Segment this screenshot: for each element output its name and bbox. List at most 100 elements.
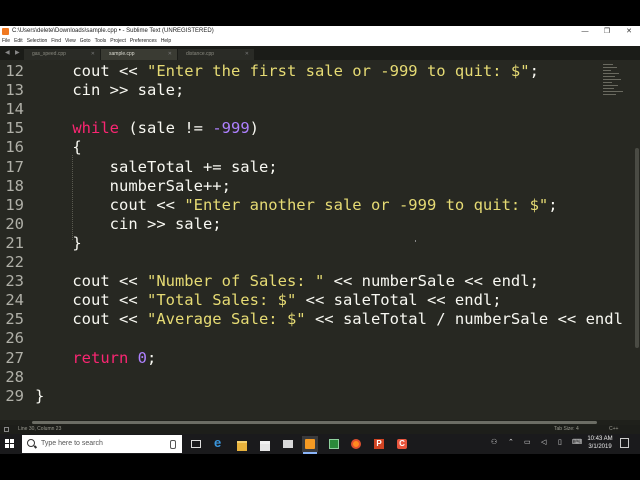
code-token: ;	[529, 62, 539, 80]
code-line[interactable]: cout << "Average Sale: $" << saleTotal /…	[35, 310, 623, 328]
menu-project[interactable]: Project	[108, 37, 128, 46]
line-number: 29	[5, 386, 24, 405]
code-line[interactable]: numberSale++;	[35, 177, 231, 195]
menu-file[interactable]: File	[0, 37, 12, 46]
taskbar-search-box[interactable]: Type here to search	[22, 435, 182, 453]
taskbar-edge[interactable]: e	[211, 436, 227, 452]
code-line[interactable]: }	[35, 387, 44, 405]
title-bar: C:\Users\delete\Downloads\sample.cpp • -…	[0, 26, 640, 37]
code-token: numberSale++;	[35, 176, 231, 195]
clock-time: 10:43 AM	[587, 436, 613, 442]
code-token: )	[249, 119, 259, 138]
taskbar-photos[interactable]	[280, 436, 296, 452]
vertical-scrollbar-thumb[interactable]	[635, 148, 639, 348]
code-token: cout <<	[35, 195, 185, 214]
line-number: 16	[5, 138, 24, 157]
code-editor[interactable]: 12 13 14 15 16 17 18 19 20 21 22 23 24 25 26 27 28 29 cou…	[0, 60, 640, 420]
maximize-button[interactable]: ❐	[596, 26, 618, 37]
calendar-icon	[329, 439, 339, 449]
line-number: 14	[5, 100, 24, 119]
code-line[interactable]: cout << "Number of Sales: " << numberSal…	[35, 272, 539, 290]
code-line[interactable]: {	[35, 138, 81, 156]
code-line[interactable]: while (sale != -999)	[35, 119, 259, 137]
line-number: 13	[5, 81, 24, 100]
code-line[interactable]: cin >> sale;	[35, 81, 184, 99]
tab-scroll-left-icon[interactable]: ◀	[5, 49, 10, 56]
line-number: 12	[5, 62, 24, 80]
tab-close-icon[interactable]: ✕	[245, 49, 249, 60]
code-token: << numberSale << endl;	[324, 272, 539, 291]
menu-tools[interactable]: Tools	[93, 37, 109, 46]
menu-goto[interactable]: Goto	[78, 37, 93, 46]
window-title: C:\Users\delete\Downloads\sample.cpp • -…	[12, 28, 214, 34]
code-line[interactable]: cout << "Enter the first sale or -999 to…	[35, 62, 539, 80]
code-token-num: -999	[212, 119, 250, 138]
menu-preferences[interactable]: Preferences	[128, 37, 159, 46]
menu-edit[interactable]: Edit	[12, 37, 25, 46]
code-line[interactable]: cin >> sale;	[35, 215, 222, 233]
microphone-icon[interactable]	[170, 440, 176, 449]
taskbar-store[interactable]	[257, 436, 273, 452]
taskbar-codeblocks[interactable]: C	[394, 436, 410, 452]
windows-start-button[interactable]	[0, 434, 20, 454]
battery-icon[interactable]: ▯	[558, 438, 562, 446]
code-token: cout <<	[35, 272, 147, 291]
taskbar-powerpoint[interactable]: P	[371, 436, 387, 452]
menu-help[interactable]: Help	[159, 37, 173, 46]
people-icon[interactable]: ⚇	[491, 438, 497, 446]
line-number: 17	[5, 157, 24, 176]
system-clock[interactable]: 10:43 AM 3/1/2019	[583, 435, 617, 451]
status-bar: Line 30, Column 23 Tab Size: 4 C++	[0, 425, 640, 434]
sublime-app-icon	[2, 28, 9, 35]
letterbox-top	[0, 0, 640, 26]
minimize-button[interactable]: —	[574, 26, 596, 37]
tab-close-icon[interactable]: ✕	[168, 49, 172, 60]
code-line[interactable]: return 0;	[35, 349, 156, 367]
show-hidden-icons-chevron[interactable]: ⌃	[508, 438, 514, 446]
network-icon[interactable]: ▭	[524, 438, 531, 446]
tab-size-indicator[interactable]: Tab Size: 4	[554, 425, 579, 434]
line-number: 15	[5, 119, 24, 138]
panel-toggle-icon[interactable]	[4, 427, 9, 432]
tab-scroll-right-icon[interactable]: ▶	[15, 49, 20, 56]
notification-center-icon[interactable]	[620, 438, 629, 448]
code-line[interactable]: cout << "Enter another sale or -999 to q…	[35, 196, 558, 214]
tab-sample[interactable]: sample.cpp ✕	[101, 49, 177, 60]
code-token: cin >> sale;	[35, 214, 222, 233]
input-method-icon[interactable]: ⌨	[572, 438, 582, 446]
line-number: 24	[5, 291, 24, 310]
menu-selection[interactable]: Selection	[25, 37, 50, 46]
taskbar-calendar[interactable]	[326, 436, 342, 452]
line-number: 27	[5, 348, 24, 367]
minimap[interactable]	[603, 62, 627, 102]
store-bag-icon	[260, 441, 270, 451]
line-number: 21	[5, 233, 24, 252]
tab-label: sample.cpp	[109, 51, 135, 57]
c-app-icon: C	[397, 439, 407, 449]
code-token: << saleTotal << endl;	[296, 291, 502, 310]
volume-icon[interactable]: ◁	[541, 438, 546, 446]
tab-gas-speed[interactable]: gas_speed.cpp ✕	[24, 49, 100, 60]
windows-taskbar: Type here to search e P C ⚇ ⌃ ▭ ◁ ▯ ⌨ 10…	[0, 434, 640, 454]
line-number: 22	[5, 253, 24, 271]
code-token: cin >> sale;	[35, 81, 185, 100]
taskbar-firefox[interactable]	[348, 436, 364, 452]
letterbox-bottom	[0, 454, 640, 480]
vertical-scrollbar[interactable]	[633, 60, 640, 420]
code-line[interactable]: cout << "Total Sales: $" << saleTotal <<…	[35, 291, 502, 310]
task-view-button[interactable]	[188, 436, 204, 452]
tab-label: distance.cpp	[186, 51, 215, 57]
code-line[interactable]: }	[35, 234, 81, 252]
horizontal-scrollbar-thumb[interactable]	[32, 421, 597, 424]
tab-close-icon[interactable]: ✕	[91, 49, 95, 60]
tab-distance[interactable]: distance.cpp ✕	[178, 49, 254, 60]
line-number: 19	[5, 195, 24, 214]
menu-view[interactable]: View	[63, 37, 78, 46]
syntax-indicator[interactable]: C++	[609, 425, 618, 434]
close-button[interactable]: ✕	[618, 26, 640, 37]
tab-bar: ◀ ▶ gas_speed.cpp ✕ sample.cpp ✕ distanc…	[0, 46, 640, 60]
taskbar-sublime-text[interactable]	[302, 436, 318, 454]
menu-find[interactable]: Find	[49, 37, 63, 46]
taskbar-file-explorer[interactable]	[234, 436, 250, 452]
